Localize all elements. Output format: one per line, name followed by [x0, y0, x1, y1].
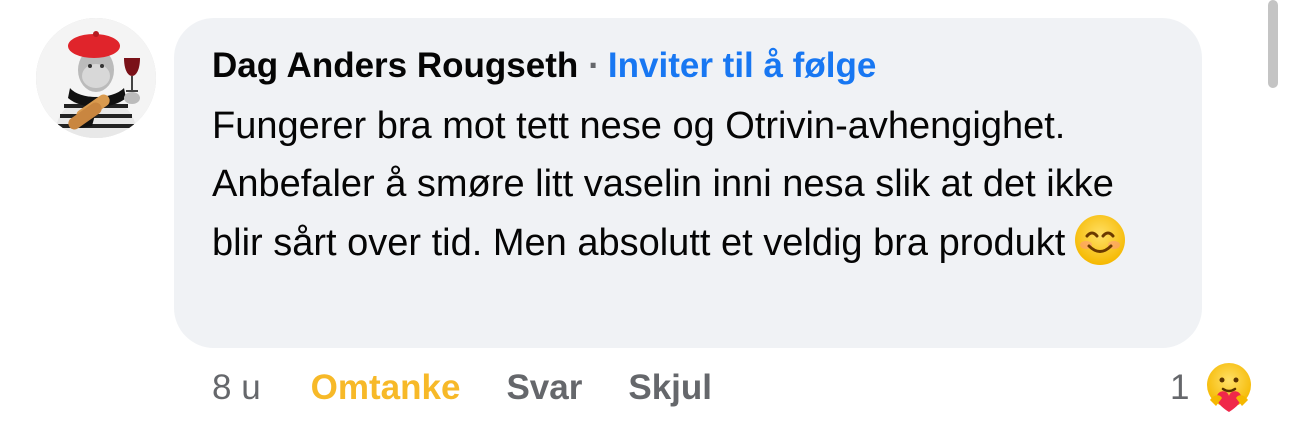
- author-name[interactable]: Dag Anders Rougseth: [212, 46, 578, 85]
- comment-body: Fungerer bra mot tett nese og Otrivin-av…: [212, 98, 1172, 273]
- reply-button[interactable]: Svar: [506, 366, 582, 410]
- comment-timestamp[interactable]: 8 u: [212, 366, 261, 410]
- invite-to-follow-link[interactable]: Inviter til å følge: [608, 46, 876, 85]
- smiling-face-emoji-icon: [1073, 213, 1127, 267]
- care-reaction-icon[interactable]: [1202, 360, 1256, 414]
- separator-dot: ·: [588, 46, 600, 85]
- avatar[interactable]: [36, 18, 156, 138]
- reaction-count[interactable]: 1: [1170, 366, 1189, 410]
- care-reaction-button[interactable]: Omtanke: [311, 366, 461, 410]
- avatar-image: [36, 18, 156, 138]
- comment-actions: 8 u Omtanke Svar Skjul: [212, 366, 758, 410]
- comment-header: Dag Anders Rougseth · Inviter til å følge: [212, 46, 876, 86]
- comment-text: Fungerer bra mot tett nese og Otrivin-av…: [212, 105, 1114, 264]
- hide-button[interactable]: Skjul: [628, 366, 712, 410]
- comment-bubble: Dag Anders Rougseth · Inviter til å følge …: [174, 18, 1202, 348]
- scrollbar[interactable]: [1268, 0, 1278, 88]
